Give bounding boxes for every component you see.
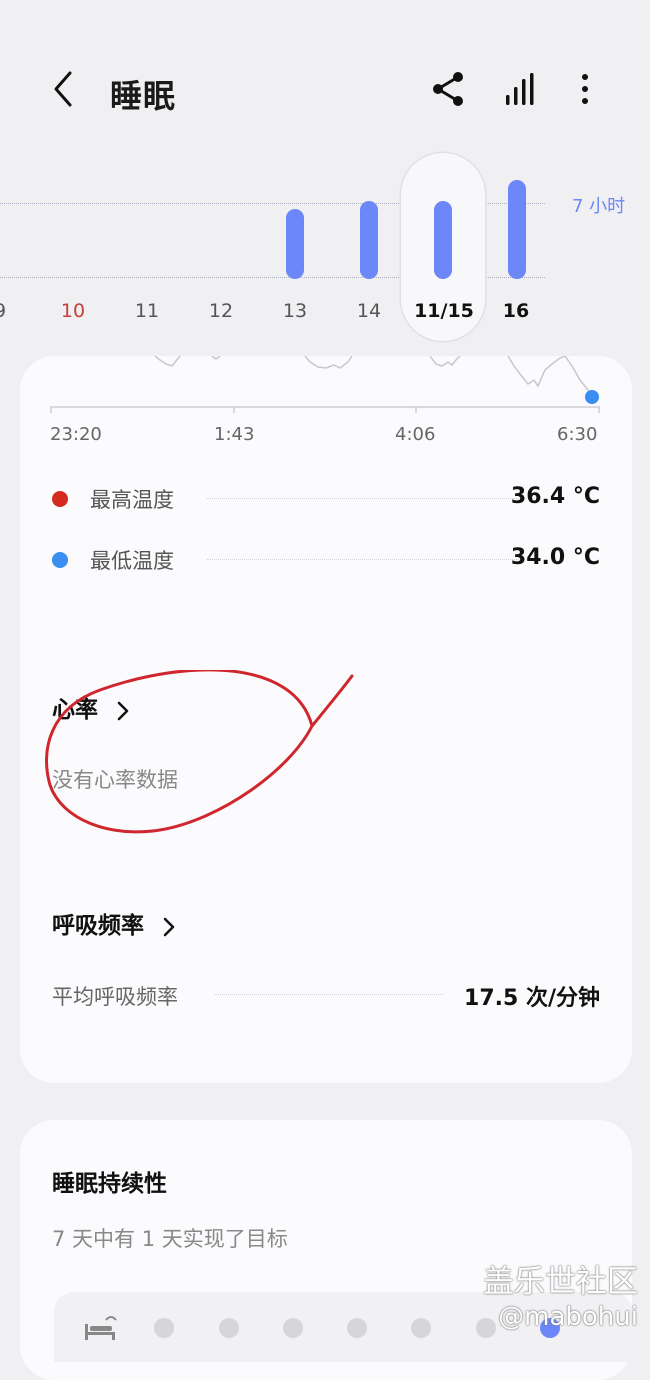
bar-chart-icon: [506, 73, 534, 105]
sleep-bar-14[interactable]: [360, 201, 378, 279]
page-title: 睡眠: [110, 77, 177, 115]
chevron-right-icon: [163, 917, 175, 936]
day-dot: [219, 1318, 239, 1338]
day-label[interactable]: 16: [491, 300, 541, 322]
min-temperature-dot: [52, 552, 68, 568]
share-icon: [433, 72, 463, 106]
day-label[interactable]: 13: [270, 300, 320, 322]
statistics-button[interactable]: [500, 69, 540, 109]
weekly-sleep-chart[interactable]: 7 小时 9 10 11 12 13 14 11/15 16: [0, 150, 650, 350]
hand-drawn-circle-annotation: [45, 670, 354, 834]
max-temperature-label: 最高温度: [90, 488, 174, 512]
day-dot: [154, 1318, 174, 1338]
max-temperature-value: 36.4 °C: [510, 484, 600, 509]
max-temperature-row: 最高温度 36.4 °C: [52, 484, 600, 514]
day-label[interactable]: 14: [344, 300, 394, 322]
skin-temperature-chart: [50, 356, 600, 413]
time-tick: 23:20: [50, 424, 102, 445]
day-label[interactable]: 10: [48, 300, 98, 322]
time-tick: 6:30: [557, 424, 598, 445]
share-button[interactable]: [428, 69, 468, 109]
respiration-title: 呼吸频率: [52, 913, 144, 939]
leader-line: [207, 559, 537, 560]
max-temperature-dot: [52, 491, 68, 507]
day-label[interactable]: 12: [196, 300, 246, 322]
bed-icon: [85, 1316, 117, 1340]
leader-line: [215, 994, 443, 995]
watermark-username: @mabohui: [498, 1302, 638, 1332]
min-temperature-label: 最低温度: [90, 549, 174, 573]
day-dot: [476, 1318, 496, 1338]
day-label[interactable]: 11: [122, 300, 172, 322]
more-vertical-icon: [582, 74, 588, 104]
respiration-header[interactable]: 呼吸频率: [52, 906, 176, 940]
sleep-bar-16[interactable]: [508, 180, 526, 279]
day-label[interactable]: 9: [0, 300, 25, 322]
day-label-selected[interactable]: 11/15: [413, 300, 475, 322]
consistency-title: 睡眠持续性: [52, 1171, 167, 1197]
goal-hours-label: 7 小时: [572, 196, 626, 217]
consistency-summary: 7 天中有 1 天实现了目标: [52, 1227, 288, 1251]
min-temperature-row: 最低温度 34.0 °C: [52, 545, 600, 575]
more-options-button[interactable]: [566, 69, 606, 109]
time-tick: 1:43: [214, 424, 255, 445]
leader-line: [207, 498, 537, 499]
watermark-community: 盖乐世社区: [483, 1264, 638, 1300]
top-app-bar: 睡眠: [0, 55, 650, 125]
min-temperature-value: 34.0 °C: [510, 545, 600, 570]
day-dot: [283, 1318, 303, 1338]
sleep-bar-11-15[interactable]: [434, 201, 452, 279]
day-dot: [347, 1318, 367, 1338]
avg-respiration-label: 平均呼吸频率: [52, 985, 178, 1009]
sleep-bar-13[interactable]: [286, 209, 304, 279]
back-icon: [54, 71, 72, 107]
time-tick: 4:06: [395, 424, 436, 445]
back-button[interactable]: [44, 69, 84, 109]
avg-respiration-value: 17.5 次/分钟: [464, 986, 600, 1011]
day-dot: [411, 1318, 431, 1338]
